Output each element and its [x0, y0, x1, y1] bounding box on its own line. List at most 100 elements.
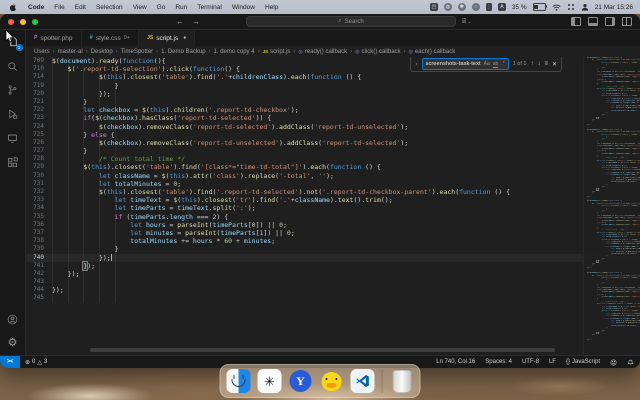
- window-titlebar[interactable]: ← → ⌕ Search ⌸ ⌄: [0, 14, 640, 30]
- eol-status[interactable]: LF: [549, 359, 556, 365]
- code-line[interactable]: 731 let totalMinutes = 0;: [26, 180, 640, 188]
- menubar-app-icon-3[interactable]: ✱: [457, 3, 466, 11]
- run-debug-icon[interactable]: [2, 102, 24, 126]
- code-line[interactable]: 745: [26, 294, 640, 302]
- regex-icon[interactable]: .*: [501, 61, 504, 67]
- code-line[interactable]: 724 $(checkbox).removeClass('report-td-s…: [26, 123, 640, 131]
- dock-duck-icon[interactable]: [320, 369, 344, 393]
- menu-item-selection[interactable]: Selection: [96, 4, 123, 11]
- apple-menu[interactable]: [9, 3, 17, 12]
- code-line[interactable]: 729 $(this).closest('table').find('[clas…: [26, 163, 640, 171]
- user-icon[interactable]: [581, 3, 589, 11]
- breadcrumb-item[interactable]: 1. Demo Backup: [161, 49, 205, 55]
- code-line[interactable]: 739 }: [26, 245, 640, 253]
- dock-chatgpt-icon[interactable]: ✳: [257, 369, 282, 393]
- code-line[interactable]: 726 $(checkbox).removeClass('report-td-u…: [26, 139, 640, 147]
- dock-finder-icon[interactable]: [226, 369, 251, 393]
- menubar-clock[interactable]: 21 Mar 15:26: [595, 4, 633, 11]
- code-line[interactable]: 732 $(this).closest('table').find('.repo…: [26, 188, 640, 196]
- input-source-icon[interactable]: A: [497, 3, 506, 11]
- code-editor[interactable]: 709 $(document).ready(function(){710 $('.…: [26, 57, 640, 355]
- menubar-app-icon-4[interactable]: ◌: [471, 3, 480, 11]
- toggle-replace-icon[interactable]: ›: [415, 61, 417, 68]
- remote-indicator[interactable]: ><: [0, 356, 21, 368]
- breadcrumb-item[interactable]: ◎ ready() callback: [298, 49, 347, 55]
- menubar-app-icon-2[interactable]: ◍: [443, 3, 452, 11]
- toggle-secondary-sidebar-icon[interactable]: [605, 17, 615, 26]
- code-line[interactable]: 743: [26, 278, 640, 286]
- menu-item-code[interactable]: Code: [28, 4, 44, 11]
- code-line[interactable]: 737 let minutes = parseInt(timeParts[1])…: [26, 229, 640, 237]
- menubar-app-icon-1[interactable]: ◳: [429, 3, 438, 11]
- find-input[interactable]: screenshots-task-text Aa ab .*: [421, 58, 509, 70]
- zoom-window-button[interactable]: [32, 18, 38, 25]
- customize-layout-icon[interactable]: [622, 17, 632, 26]
- dock-yandex-browser-icon[interactable]: Y: [289, 369, 313, 393]
- tab-style-css[interactable]: # style.css 9+: [81, 30, 140, 46]
- breadcrumb-item[interactable]: ◎ each() callback: [409, 49, 456, 55]
- code-line[interactable]: 719 }: [26, 82, 640, 90]
- menu-item-window[interactable]: Window: [232, 4, 255, 11]
- code-line[interactable]: 721 }: [26, 98, 640, 106]
- navigate-forward-icon[interactable]: →: [192, 17, 200, 26]
- indentation-status[interactable]: Spaces: 4: [485, 359, 512, 365]
- accounts-icon[interactable]: [2, 307, 24, 331]
- horizontal-scrollbar[interactable]: [90, 348, 555, 352]
- code-line[interactable]: 725 } else {: [26, 131, 640, 139]
- breadcrumb-item[interactable]: ◎ click() callback: [355, 49, 400, 55]
- extensions-icon[interactable]: [2, 150, 24, 174]
- code-line[interactable]: 730 let className = $(this).attr('class'…: [26, 172, 640, 180]
- settings-gear-icon[interactable]: ⚙: [2, 331, 24, 355]
- code-line[interactable]: 735 if (timeParts.length === 2) {: [26, 213, 640, 221]
- breadcrumb-item[interactable]: Desktop: [91, 49, 113, 55]
- breadcrumb-item[interactable]: Users: [34, 49, 50, 55]
- code-line[interactable]: 728 /* Count total time */: [26, 155, 640, 163]
- cursor-position-status[interactable]: Ln 740, Col 16: [436, 359, 475, 365]
- breadcrumb-item[interactable]: 1. demo copy 4: [214, 49, 255, 55]
- dock-vscode-icon[interactable]: [350, 369, 375, 393]
- menu-item-file[interactable]: File: [54, 4, 64, 11]
- control-center-icon[interactable]: [567, 3, 575, 11]
- menu-item-terminal[interactable]: Terminal: [197, 4, 222, 11]
- code-line[interactable]: 714 $(this).closest('table').find('.'+ch…: [26, 73, 640, 81]
- code-line[interactable]: 742 });: [26, 270, 640, 278]
- code-line[interactable]: 736 let hours = parseInt(timeParts[0]) |…: [26, 221, 640, 229]
- code-line[interactable]: 740 });: [26, 253, 640, 262]
- toggle-panel-icon[interactable]: [588, 17, 598, 26]
- code-line[interactable]: 744});: [26, 286, 640, 294]
- code-line[interactable]: 733 let timeText = $(this).closest('tr')…: [26, 196, 640, 204]
- code-line[interactable]: 727 }: [26, 147, 640, 155]
- battery-icon[interactable]: [532, 3, 547, 11]
- menubar-app-icon-5[interactable]: ⋮: [485, 3, 492, 11]
- breadcrumb-item[interactable]: TimeSpotter: [121, 49, 153, 55]
- notifications-bell-icon[interactable]: [627, 358, 634, 366]
- code-line[interactable]: 722 let checkbox = $(this).children('.re…: [26, 106, 640, 114]
- breadcrumb-item[interactable]: master-al: [58, 49, 83, 55]
- whole-word-icon[interactable]: ab: [492, 61, 499, 68]
- copilot-icon[interactable]: ⌸ ⌄: [462, 18, 471, 26]
- code-line[interactable]: 720 });: [26, 90, 640, 98]
- match-case-icon[interactable]: Aa: [484, 61, 490, 67]
- remote-explorer-icon[interactable]: [2, 126, 24, 150]
- navigate-back-icon[interactable]: ←: [176, 17, 184, 26]
- encoding-status[interactable]: UTF-8: [522, 359, 539, 365]
- minimap[interactable]: $(document).ready(function(){ $('.report…: [583, 57, 640, 355]
- search-sidebar-icon[interactable]: [2, 54, 24, 78]
- menu-item-go[interactable]: Go: [157, 4, 166, 11]
- wifi-icon[interactable]: [552, 4, 561, 11]
- code-line[interactable]: 734 let timeParts = timeText.split(':');: [26, 204, 640, 212]
- feedback-icon[interactable]: [610, 359, 617, 366]
- code-line[interactable]: 741 });: [26, 260, 640, 271]
- code-area[interactable]: 709 $(document).ready(function(){710 $('.…: [26, 57, 640, 303]
- find-in-selection-icon[interactable]: ≡: [544, 61, 548, 67]
- minimize-window-button[interactable]: [20, 18, 26, 25]
- source-control-icon[interactable]: [2, 78, 24, 102]
- tab-script-js[interactable]: JS script.js ●: [139, 30, 196, 46]
- close-window-button[interactable]: [8, 18, 14, 25]
- menu-item-run[interactable]: Run: [175, 4, 187, 11]
- menu-item-edit[interactable]: Edit: [75, 4, 86, 11]
- problems-status[interactable]: ⊗ 0 △ 3: [25, 359, 47, 366]
- command-center-search[interactable]: ⌕ Search: [246, 16, 456, 27]
- breadcrumb-item[interactable]: JS script.js: [263, 49, 291, 55]
- tab-spotter-php[interactable]: Pspotter.php: [26, 30, 82, 46]
